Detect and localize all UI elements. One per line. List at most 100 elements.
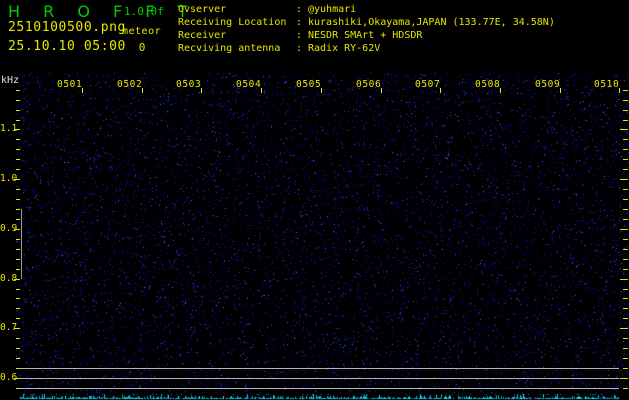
y-tick-minor-left: [16, 308, 20, 309]
y-tick-label: 0.8: [0, 273, 14, 284]
info-row-location: Receiving Location: kurashiki,Okayama,JAP…: [178, 16, 555, 29]
x-tick-label: 0503: [176, 79, 201, 90]
y-tick-minor-right: [623, 259, 628, 260]
y-tick-minor-left: [16, 139, 20, 140]
x-tick: [560, 88, 561, 93]
y-tick-minor-left: [16, 269, 20, 270]
y-tick-minor-left: [16, 318, 20, 319]
y-tick-minor-left: [16, 239, 20, 240]
y-tick-minor-left: [16, 189, 20, 190]
y-tick-major-right: [620, 328, 628, 329]
y-tick-minor-left: [16, 159, 20, 160]
y-tick-minor-right: [623, 110, 628, 111]
y-tick-major-left: [14, 229, 20, 230]
x-tick: [440, 88, 441, 93]
y-tick-major-right: [620, 229, 628, 230]
output-filename: 2510100500.png: [8, 20, 126, 35]
x-tick: [201, 88, 202, 93]
x-tick-label: 0509: [535, 79, 560, 90]
y-tick-minor-left: [16, 338, 20, 339]
y-tick-minor-left: [16, 348, 20, 349]
x-tick: [261, 88, 262, 93]
y-tick-minor-left: [16, 149, 20, 150]
x-tick-label: 0506: [356, 79, 381, 90]
y-tick-minor-right: [623, 269, 628, 270]
y-tick-major-right: [620, 179, 628, 180]
y-tick-label: 0.6: [0, 372, 14, 383]
x-tick: [500, 88, 501, 93]
info-row-receiver: Receiver:NESDR SMArt + HDSDR: [178, 29, 555, 42]
y-tick-label: 0.9: [0, 223, 14, 234]
y-tick-minor-right: [623, 209, 628, 210]
hrofft-screen: H R O F F T 1.0.0f 2510100500.png 25.10.…: [0, 0, 629, 400]
x-tick-label: 0508: [475, 79, 500, 90]
y-tick-major-left: [14, 179, 20, 180]
app-version: 1.0.0f: [124, 5, 164, 18]
y-tick-minor-right: [623, 368, 628, 369]
y-tick-minor-right: [623, 199, 628, 200]
y-tick-label: 0.7: [0, 322, 14, 333]
info-row-antenna: Recviving antenna: Radix RY-62V: [178, 42, 555, 55]
meteor-counter-value: 0: [122, 41, 162, 54]
y-tick-minor-left: [16, 100, 20, 101]
y-tick-minor-left: [16, 110, 20, 111]
x-tick: [142, 88, 143, 93]
x-tick: [619, 88, 620, 93]
info-value: kurashiki,Okayama,JAPAN (133.77E, 34.58N…: [308, 17, 555, 28]
y-tick-minor-left: [16, 169, 20, 170]
y-tick-minor-right: [623, 90, 628, 91]
info-label: Receiving Location: [178, 16, 296, 29]
y-tick-minor-left: [16, 249, 20, 250]
y-tick-minor-right: [623, 100, 628, 101]
x-tick: [321, 88, 322, 93]
x-tick-label: 0510: [594, 79, 619, 90]
y-tick-major-right: [620, 279, 628, 280]
x-tick-label: 0505: [296, 79, 321, 90]
carrier-line: [20, 378, 619, 379]
app-title: H R O F F T: [8, 2, 196, 21]
y-tick-minor-right: [623, 120, 628, 121]
y-tick-major-right: [620, 378, 628, 379]
info-colon: :: [296, 16, 304, 29]
overlay-layer: H R O F F T 1.0.0f 2510100500.png 25.10.…: [0, 0, 629, 400]
y-tick-label: 1.1: [0, 123, 14, 134]
y-tick-minor-right: [623, 318, 628, 319]
y-tick-minor-left: [16, 289, 20, 290]
info-label: Ovserver: [178, 3, 296, 16]
info-row-observer: Ovserver:@yuhmari: [178, 3, 555, 16]
y-tick-minor-right: [623, 289, 628, 290]
x-tick-label: 0504: [236, 79, 261, 90]
info-colon: :: [296, 3, 304, 16]
y-tick-major-right: [620, 129, 628, 130]
y-tick-minor-right: [623, 298, 628, 299]
x-tick-label: 0501: [57, 79, 82, 90]
info-value: Radix RY-62V: [308, 43, 380, 54]
y-tick-major-left: [14, 129, 20, 130]
y-tick-minor-left: [16, 259, 20, 260]
y-tick-minor-right: [623, 348, 628, 349]
y-tick-minor-right: [623, 149, 628, 150]
y-tick-minor-right: [623, 388, 628, 389]
meteor-counter-label: meteor: [122, 26, 161, 37]
y-tick-minor-left: [16, 358, 20, 359]
y-tick-minor-right: [623, 239, 628, 240]
info-label: Receiver: [178, 29, 296, 42]
x-tick-label: 0507: [415, 79, 440, 90]
y-tick-minor-left: [16, 199, 20, 200]
y-axis-unit-label: kHz: [1, 75, 19, 86]
y-tick-minor-right: [623, 169, 628, 170]
info-label: Recviving antenna: [178, 42, 296, 55]
count-range-bar: [21, 209, 22, 279]
y-tick-label: 1.0: [0, 173, 14, 184]
y-tick-minor-right: [623, 139, 628, 140]
y-tick-minor-left: [16, 90, 20, 91]
y-tick-minor-right: [623, 219, 628, 220]
x-tick-label: 0502: [117, 79, 142, 90]
info-colon: :: [296, 29, 304, 42]
y-tick-minor-right: [623, 358, 628, 359]
info-colon: :: [296, 42, 304, 55]
y-tick-minor-right: [623, 338, 628, 339]
y-tick-minor-right: [623, 189, 628, 190]
y-tick-minor-right: [623, 308, 628, 309]
carrier-line: [20, 388, 619, 389]
